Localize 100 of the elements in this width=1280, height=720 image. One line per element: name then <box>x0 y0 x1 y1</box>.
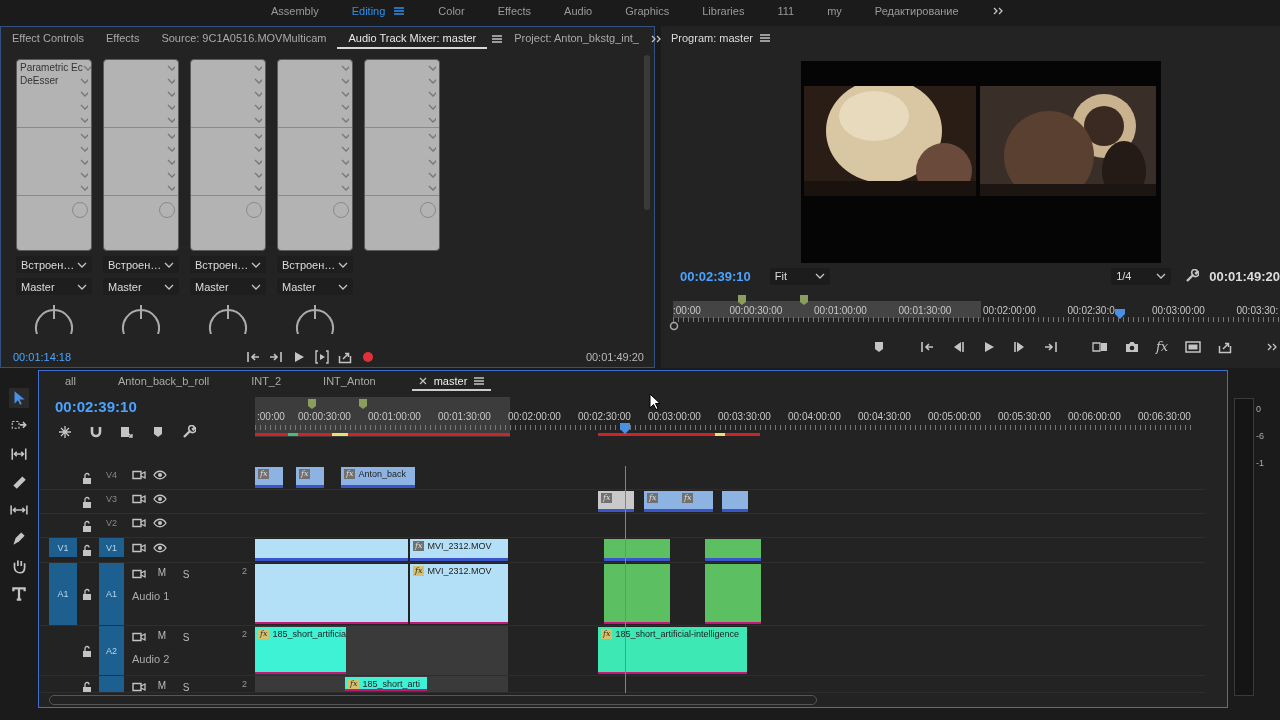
solo-toggle[interactable]: S <box>177 632 195 644</box>
ruler-label: 00:03:00:00 <box>648 410 701 422</box>
workspace-tab[interactable]: Audio <box>564 5 593 17</box>
workspace-tab[interactable]: Редактирование <box>874 5 959 17</box>
clip[interactable]: fx <box>296 467 324 489</box>
input-dropdown[interactable]: Встроен… <box>103 256 179 273</box>
track-name[interactable]: Audio 1 <box>132 590 255 603</box>
workspace-tab[interactable]: my <box>827 5 842 17</box>
panel-tab[interactable]: Effects <box>94 29 151 49</box>
workspace-tab[interactable]: Libraries <box>702 5 745 17</box>
workspace-tab[interactable]: Assembly <box>271 5 319 17</box>
sequence-tab[interactable]: all <box>65 374 76 387</box>
resolution-dropdown[interactable]: 1/4 <box>1111 267 1172 285</box>
output-dropdown[interactable]: Master <box>277 278 353 295</box>
ruler-label: 00:03:30: <box>1236 305 1279 316</box>
channel-count: 2 <box>242 566 248 577</box>
ruler-label: 00:02:30:0 <box>1067 305 1115 316</box>
clip[interactable]: fx MVI_2312.MOV <box>410 564 508 625</box>
fx-badge: fx <box>413 566 425 577</box>
track-target[interactable]: V2 <box>99 514 124 533</box>
track-target[interactable]: V1 <box>99 538 124 558</box>
ruler-label: 00:01:30:00 <box>438 410 491 422</box>
clip-name: 185_short_arti <box>362 679 421 690</box>
clip[interactable]: fx Anton_back <box>341 467 415 489</box>
fx-badge: fx <box>258 629 270 640</box>
channel-count: 2 <box>242 629 248 640</box>
clip[interactable]: fx 185_short_arti <box>345 677 427 692</box>
fx-badge: fx <box>348 679 360 690</box>
sequence-tab[interactable]: INT_2 <box>251 374 282 387</box>
output-dropdown[interactable]: Master <box>190 278 266 295</box>
fx-badge: fx <box>601 493 613 504</box>
mute-toggle[interactable]: M <box>153 630 171 642</box>
meter-scale-label: -1 <box>1256 458 1264 468</box>
fx-badge: fx <box>299 469 311 480</box>
workspace-tab[interactable]: Editing <box>351 5 386 17</box>
fx-badge: fx <box>601 629 613 640</box>
mute-toggle[interactable]: M <box>153 680 171 692</box>
clip[interactable]: fx 185_short_artificial-intelligence <box>598 627 747 675</box>
panel-tab[interactable]: Source: 9C1A0516.MOVMulticam <box>150 29 338 49</box>
workspace-tab[interactable]: Effects <box>497 5 532 17</box>
track-name[interactable]: Audio 2 <box>132 653 255 666</box>
workspace-tab[interactable]: 111 <box>777 5 795 17</box>
ruler-label: 00:00:30:00 <box>729 305 783 316</box>
fx-badge: fx <box>682 493 694 504</box>
clip[interactable]: fx <box>644 491 679 513</box>
playhead-timecode[interactable]: 00:02:39:10 <box>680 268 751 284</box>
meter-scale-label: 0 <box>1256 404 1262 414</box>
sequence-tab[interactable]: INT_Anton <box>323 374 376 387</box>
mute-toggle[interactable]: M <box>153 567 171 579</box>
sequence-tab[interactable]: master <box>433 374 468 387</box>
output-dropdown[interactable]: Master <box>16 278 92 295</box>
panel-tab[interactable]: Effect Controls <box>1 29 95 49</box>
ruler-label: 00:03:00:00 <box>1152 305 1205 316</box>
input-dropdown[interactable]: Встроен… <box>277 256 353 273</box>
panel-tab[interactable]: Project: Anton_bkstg_int_ <box>503 29 650 49</box>
time-ruler[interactable]: :00:00 00:00:30:00 00:01:00:00 00:01:30:00 00:02:00:00 00:02:30:00 00:03:00:00 00:03:30:00 00:04:00:00 00:04:30:00 00:05:00:00 00:05:30:00 00:06:00:00 00:06:30:00 <box>255 392 1205 467</box>
track-target[interactable]: A1 <box>99 563 124 626</box>
clip[interactable]: fx <box>598 491 634 513</box>
track-target[interactable]: A2 <box>99 626 124 676</box>
current-timecode[interactable]: 00:01:14:18 <box>13 351 72 363</box>
clip[interactable]: fx <box>679 491 713 513</box>
input-dropdown[interactable]: Встроен… <box>16 256 92 273</box>
fx-badge: fx <box>258 469 270 480</box>
ruler-label: 00:04:00:00 <box>788 410 841 422</box>
input-dropdown[interactable]: Встроен… <box>190 256 266 273</box>
clip-name: Anton_back <box>358 469 407 481</box>
clip-name: 185_short_artificial-intelligence <box>615 629 740 641</box>
solo-toggle[interactable]: S <box>177 682 195 693</box>
panel-tab[interactable]: Program: master <box>671 32 753 44</box>
duration-timecode: 00:01:49:20 <box>585 351 644 363</box>
ruler-label: 00:06:30:00 <box>1138 410 1191 422</box>
effects-toggle[interactable]: fx <box>1156 339 1169 354</box>
source-patch[interactable]: V1 <box>49 538 77 558</box>
solo-toggle[interactable]: S <box>177 569 195 581</box>
ruler-label: 00:05:00:00 <box>928 410 981 422</box>
workspace-tab[interactable]: Color <box>438 5 465 17</box>
fx-badge: fx <box>647 493 659 504</box>
zoom-dropdown[interactable]: Fit <box>769 267 830 285</box>
output-dropdown[interactable]: Master <box>103 278 179 295</box>
playhead-timecode[interactable]: 00:02:39:10 <box>55 397 255 415</box>
time-ruler[interactable]: :00:00 00:00:30:00 00:01:00:00 00:01:30:00 00:02:00:00 00:02:30:0 00:03:00:00 00:03:30: <box>673 293 1280 331</box>
ruler-label: 00:02:00:00 <box>508 410 561 422</box>
clip[interactable]: fx 185_short_artificia <box>255 627 346 675</box>
ruler-label: 00:00:30:00 <box>298 410 351 422</box>
fx-badge: fx <box>344 469 356 480</box>
sequence-tab[interactable]: Anton_back_b_roll <box>118 374 210 387</box>
duration-timecode: 00:01:49:20 <box>1209 268 1280 284</box>
clip[interactable]: fx MVI_2312.MOV <box>410 539 508 562</box>
effect-slot[interactable]: Parametric Ec <box>20 62 83 73</box>
meter-scale-label: -6 <box>1256 431 1264 441</box>
ruler-label: 00:02:00:00 <box>983 305 1036 316</box>
source-patch[interactable]: A1 <box>49 563 77 626</box>
ruler-label: 00:05:30:00 <box>998 410 1051 422</box>
track-target[interactable]: V3 <box>99 490 124 509</box>
workspace-tab[interactable]: Graphics <box>625 5 670 17</box>
track-target[interactable]: V4 <box>99 466 124 485</box>
panel-tab[interactable]: Audio Track Mixer: master <box>337 29 488 49</box>
clip[interactable]: fx <box>255 467 283 489</box>
channel-count: 2 <box>242 679 248 690</box>
effect-slot[interactable]: DeEsser <box>20 75 59 86</box>
